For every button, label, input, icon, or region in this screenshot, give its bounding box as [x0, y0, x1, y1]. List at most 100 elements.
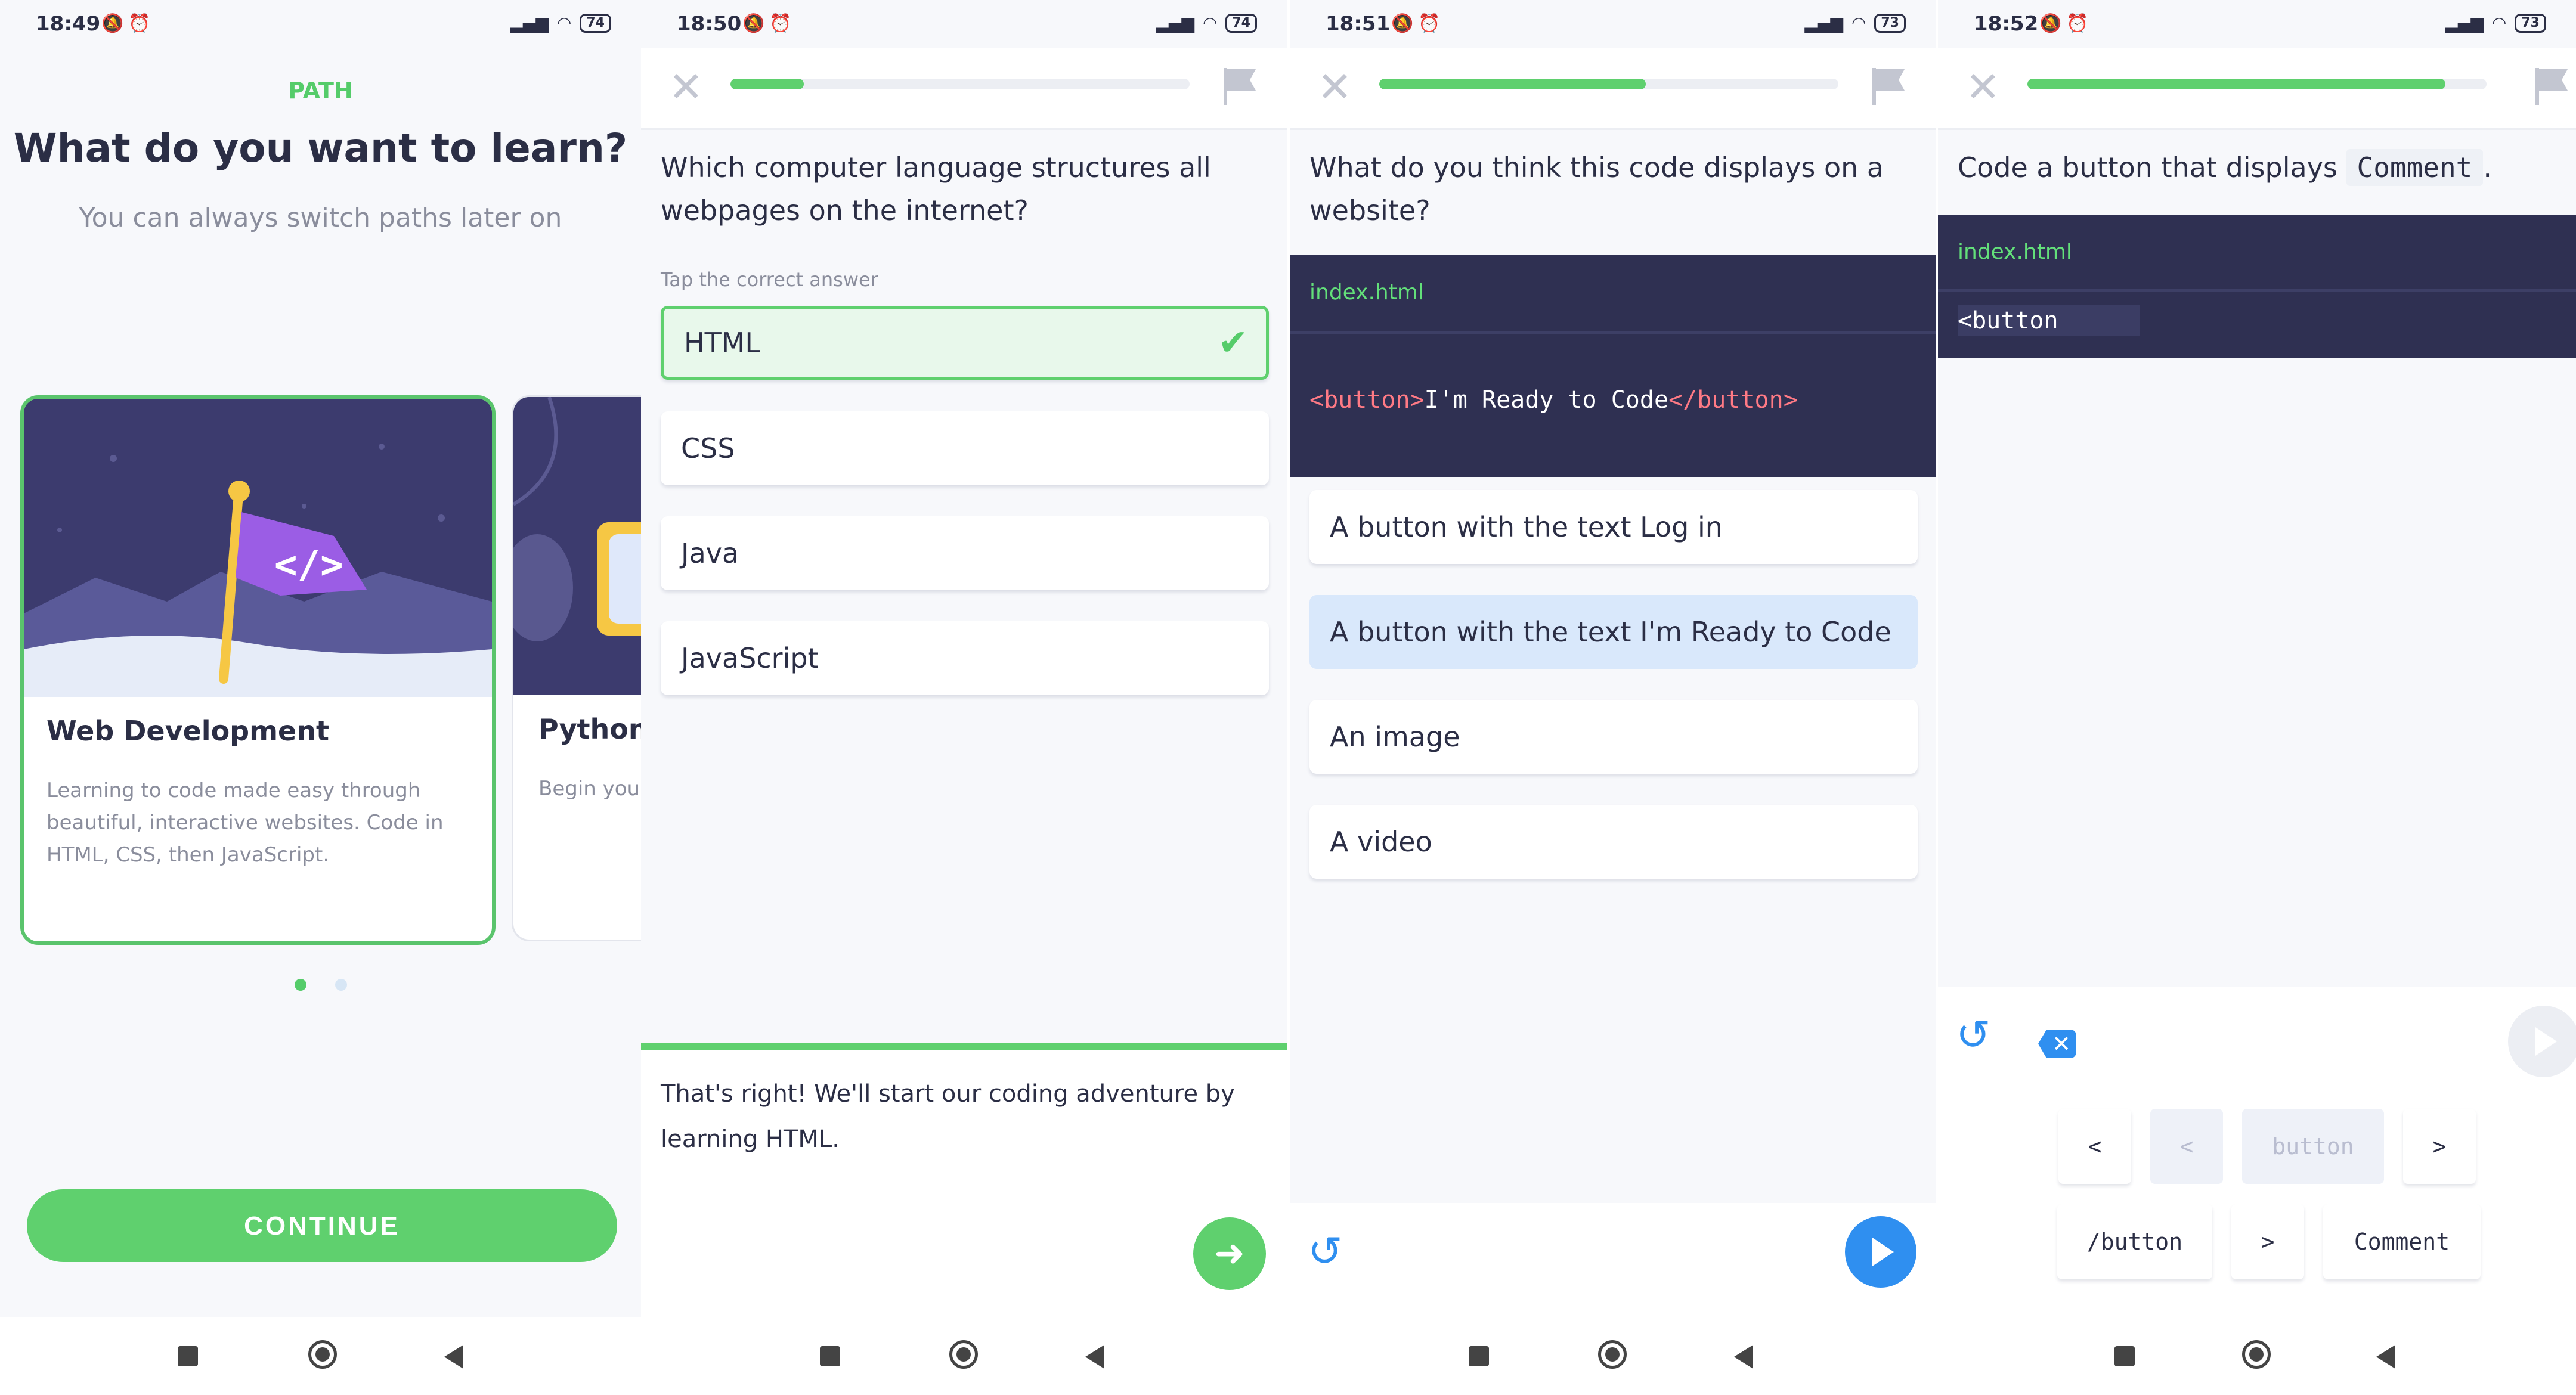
android-nav-bar — [0, 1318, 641, 1395]
token-button[interactable]: > — [2231, 1204, 2304, 1279]
answer-option-css[interactable]: CSS — [661, 411, 1269, 485]
status-right: ▂▄▆ ◠ 74 — [1156, 13, 1257, 33]
progress-fill — [2027, 79, 2445, 89]
signal-icon: ▂▄▆ — [510, 13, 549, 33]
close-icon[interactable]: ✕ — [1965, 66, 2001, 108]
battery-icon: 73 — [2515, 13, 2546, 33]
answer-option-html[interactable]: HTML ✔ — [661, 306, 1269, 380]
token-keyboard: ↺ ✕ < < button > /button > Comment — [1938, 987, 2576, 1318]
android-nav-bar — [1290, 1318, 1936, 1395]
pager-dots — [0, 979, 641, 993]
lesson-progress-bar — [2027, 79, 2487, 89]
path-card-python[interactable]: Python Begin your all-purpose step in yo… — [512, 395, 641, 941]
next-button[interactable]: ➜ — [1193, 1217, 1266, 1290]
recent-apps-icon[interactable] — [2114, 1346, 2135, 1366]
option-label: CSS — [681, 432, 735, 464]
card-description: Learning to code made easy through beaut… — [47, 779, 444, 867]
status-notification-icons: 🔕⏰ — [742, 13, 797, 34]
home-icon[interactable] — [2242, 1340, 2271, 1369]
web-development-illustration: </> — [24, 399, 492, 697]
flag-icon[interactable] — [1871, 67, 1907, 106]
status-right: ▂▄▆ ◠ 74 — [510, 13, 611, 33]
action-bar: ↺ — [1290, 1203, 1936, 1318]
option-label: Java — [681, 537, 739, 569]
card-description: Begin your all-purpose step in you — [538, 777, 641, 801]
lesson-progress-bar — [730, 79, 1190, 89]
feedback-panel: That's right! We'll start our coding adv… — [641, 1050, 1287, 1318]
status-bar: 18:52 🔕⏰ ▂▄▆ ◠ 73 — [1938, 0, 2576, 48]
reset-icon[interactable]: ↺ — [1308, 1227, 1343, 1276]
lesson-header: ✕ — [1938, 48, 2576, 130]
code-line: <button>I'm Ready to Code</button> — [1309, 386, 1798, 414]
page-title: What do you want to learn? — [13, 125, 628, 171]
code-file-name: index.html — [1309, 280, 1424, 305]
quiz-language-screen: 18:50 🔕⏰ ▂▄▆ ◠ 74 ✕ Which computer langu… — [641, 0, 1287, 1395]
lesson-header: ✕ — [1290, 48, 1936, 130]
answer-option-java[interactable]: Java — [661, 516, 1269, 590]
check-icon: ✔ — [1218, 322, 1248, 364]
token-button[interactable]: < — [2058, 1109, 2131, 1184]
home-icon[interactable] — [1598, 1340, 1627, 1369]
backspace-icon[interactable]: ✕ — [2038, 1030, 2076, 1058]
answer-option-javascript[interactable]: JavaScript — [661, 621, 1269, 695]
play-icon[interactable] — [1845, 1216, 1916, 1288]
back-icon[interactable] — [1085, 1345, 1104, 1369]
typed-code[interactable]: <button — [1958, 305, 2140, 336]
recent-apps-icon[interactable] — [1469, 1346, 1489, 1366]
answer-option-video[interactable]: A video — [1309, 805, 1918, 879]
status-bar: 18:50 🔕⏰ ▂▄▆ ◠ 74 — [641, 0, 1287, 48]
back-icon[interactable] — [1734, 1345, 1753, 1369]
status-bar: 18:51 🔕⏰ ▂▄▆ ◠ 73 — [1290, 0, 1936, 48]
status-time: 18:49 — [36, 12, 101, 36]
flag-icon[interactable] — [1222, 67, 1258, 106]
home-icon[interactable] — [308, 1340, 337, 1369]
back-icon[interactable] — [444, 1345, 463, 1369]
recent-apps-icon[interactable] — [820, 1346, 840, 1366]
back-icon[interactable] — [2376, 1345, 2395, 1369]
home-icon[interactable] — [949, 1340, 978, 1369]
battery-icon: 74 — [580, 13, 611, 33]
prompt-code: Comment — [2346, 149, 2484, 186]
status-time: 18:51 — [1326, 12, 1391, 36]
recent-apps-icon[interactable] — [178, 1346, 198, 1366]
play-icon[interactable] — [2508, 1006, 2576, 1077]
answer-option-image[interactable]: An image — [1309, 700, 1918, 774]
reset-icon[interactable]: ↺ — [1956, 1010, 1991, 1059]
pager-dot[interactable] — [335, 979, 347, 991]
android-nav-bar — [1938, 1318, 2576, 1395]
path-card-web-development[interactable]: </> Web Development Learning to code mad… — [20, 395, 496, 945]
answer-option-log-in[interactable]: A button with the text Log in — [1309, 490, 1918, 564]
close-icon[interactable]: ✕ — [1317, 66, 1352, 108]
answer-hint: Tap the correct answer — [661, 268, 878, 291]
status-time: 18:50 — [677, 12, 742, 36]
code-text: I'm Ready to Code — [1424, 386, 1669, 414]
status-notification-icons: 🔕⏰ — [2039, 13, 2094, 34]
token-button[interactable]: /button — [2057, 1204, 2212, 1279]
pager-dot-active[interactable] — [294, 979, 306, 991]
android-nav-bar — [641, 1318, 1287, 1395]
flag-icon[interactable] — [2534, 67, 2570, 106]
continue-button[interactable]: CONTINUE — [27, 1189, 617, 1262]
status-time: 18:52 — [1974, 12, 2039, 36]
quiz-code-output-screen: 18:51 🔕⏰ ▂▄▆ ◠ 73 ✕ What do you think th… — [1290, 0, 1936, 1395]
arrow-right-icon: ➜ — [1214, 1231, 1245, 1275]
code-editor: index.html <button — [1938, 215, 2576, 358]
status-notification-icons: 🔕⏰ — [1391, 13, 1445, 34]
token-button[interactable]: > — [2403, 1109, 2476, 1184]
token-button[interactable]: Comment — [2323, 1204, 2481, 1279]
wifi-icon: ◠ — [2491, 13, 2507, 33]
close-icon[interactable]: ✕ — [668, 66, 704, 108]
progress-fill — [1379, 79, 1646, 89]
code-divider — [1938, 289, 2576, 292]
battery-icon: 74 — [1225, 13, 1257, 33]
prompt-suffix: . — [2483, 151, 2493, 184]
battery-icon: 73 — [1874, 13, 1906, 33]
token-button-used: button — [2242, 1109, 2384, 1184]
answer-option-ready-to-code[interactable]: A button with the text I'm Ready to Code — [1309, 595, 1918, 669]
option-label: JavaScript — [681, 642, 819, 674]
code-file-name: index.html — [1958, 240, 2072, 264]
feedback-divider — [641, 1043, 1287, 1050]
wifi-icon: ◠ — [1851, 13, 1866, 33]
code-divider — [1290, 331, 1936, 334]
lesson-header: ✕ — [641, 48, 1287, 130]
